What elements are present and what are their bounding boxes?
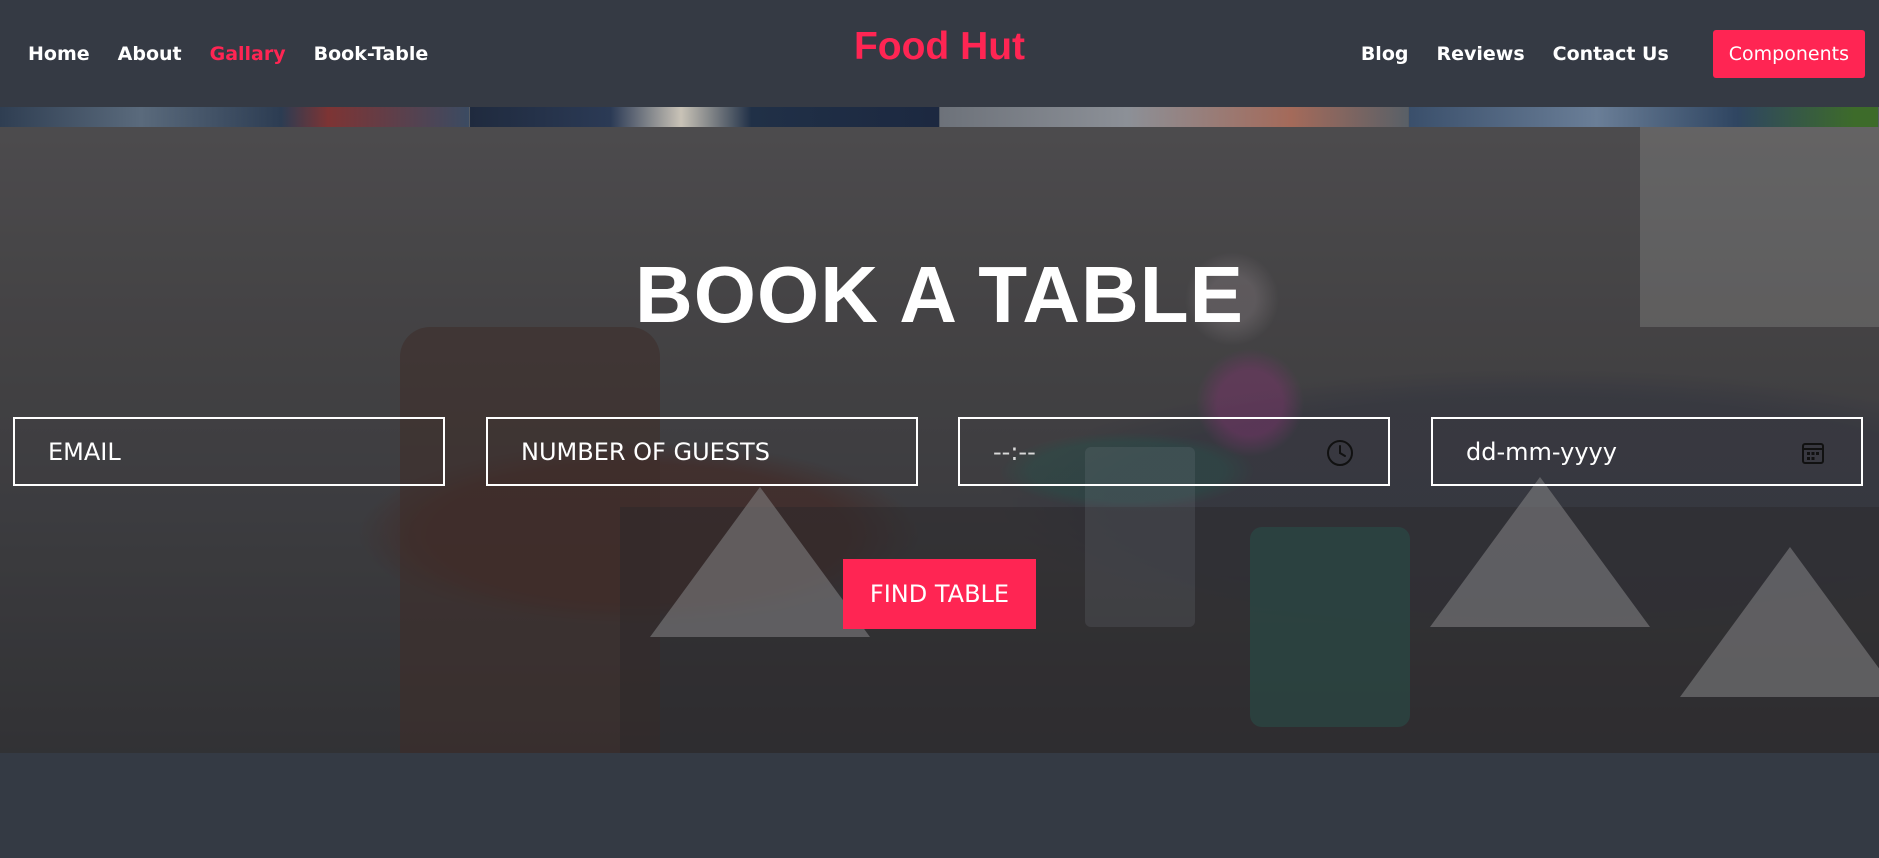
gallery-image[interactable]	[0, 107, 470, 127]
guests-placeholder: NUMBER OF GUESTS	[521, 437, 770, 466]
email-field[interactable]: EMAIL	[13, 417, 445, 486]
gallery-image-strip	[0, 107, 1879, 127]
book-table-section: BOOK A TABLE EMAIL NUMBER OF GUESTS --:-…	[0, 127, 1879, 753]
gallery-image[interactable]	[939, 107, 1410, 127]
calendar-icon[interactable]	[1799, 439, 1827, 467]
time-field[interactable]: --:--	[958, 417, 1390, 486]
date-field[interactable]: dd-mm-yyyy	[1431, 417, 1863, 486]
guests-field[interactable]: NUMBER OF GUESTS	[486, 417, 918, 486]
components-button[interactable]: Components	[1712, 29, 1865, 78]
email-placeholder: EMAIL	[48, 437, 121, 466]
gallery-image[interactable]	[469, 107, 940, 127]
nav-link-contact-us[interactable]: Contact Us	[1553, 43, 1669, 65]
date-value: dd-mm-yyyy	[1466, 437, 1617, 466]
nav-right: Blog Reviews Contact Us Components	[1333, 0, 1865, 107]
clock-icon[interactable]	[1326, 439, 1354, 467]
find-table-button[interactable]: FIND TABLE	[843, 559, 1036, 629]
nav-link-reviews[interactable]: Reviews	[1436, 43, 1524, 65]
page-bottom-band	[0, 753, 1879, 858]
time-value: --:--	[993, 437, 1036, 466]
section-title: BOOK A TABLE	[635, 250, 1244, 339]
navbar: Home About Gallary Book-Table Food Hut B…	[0, 0, 1879, 107]
gallery-image[interactable]	[1409, 107, 1879, 127]
nav-link-blog[interactable]: Blog	[1361, 43, 1409, 65]
